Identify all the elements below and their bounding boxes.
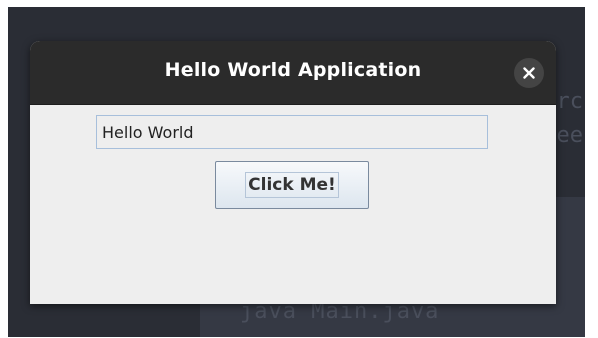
application-window: Hello World Application Click Me! (30, 41, 556, 304)
background-glyph-line: ee (556, 123, 584, 148)
close-button[interactable] (514, 58, 544, 88)
background-partial-text: rc ee (557, 85, 584, 153)
text-field[interactable] (96, 115, 488, 149)
click-me-button[interactable]: Click Me! (215, 161, 369, 209)
background-glyph-line: rc (556, 89, 584, 114)
close-icon (523, 67, 535, 79)
window-title: Hello World Application (164, 59, 422, 81)
window-content: Click Me! (30, 105, 556, 304)
window-titlebar[interactable]: Hello World Application (30, 41, 556, 105)
button-label: Click Me! (245, 172, 339, 198)
